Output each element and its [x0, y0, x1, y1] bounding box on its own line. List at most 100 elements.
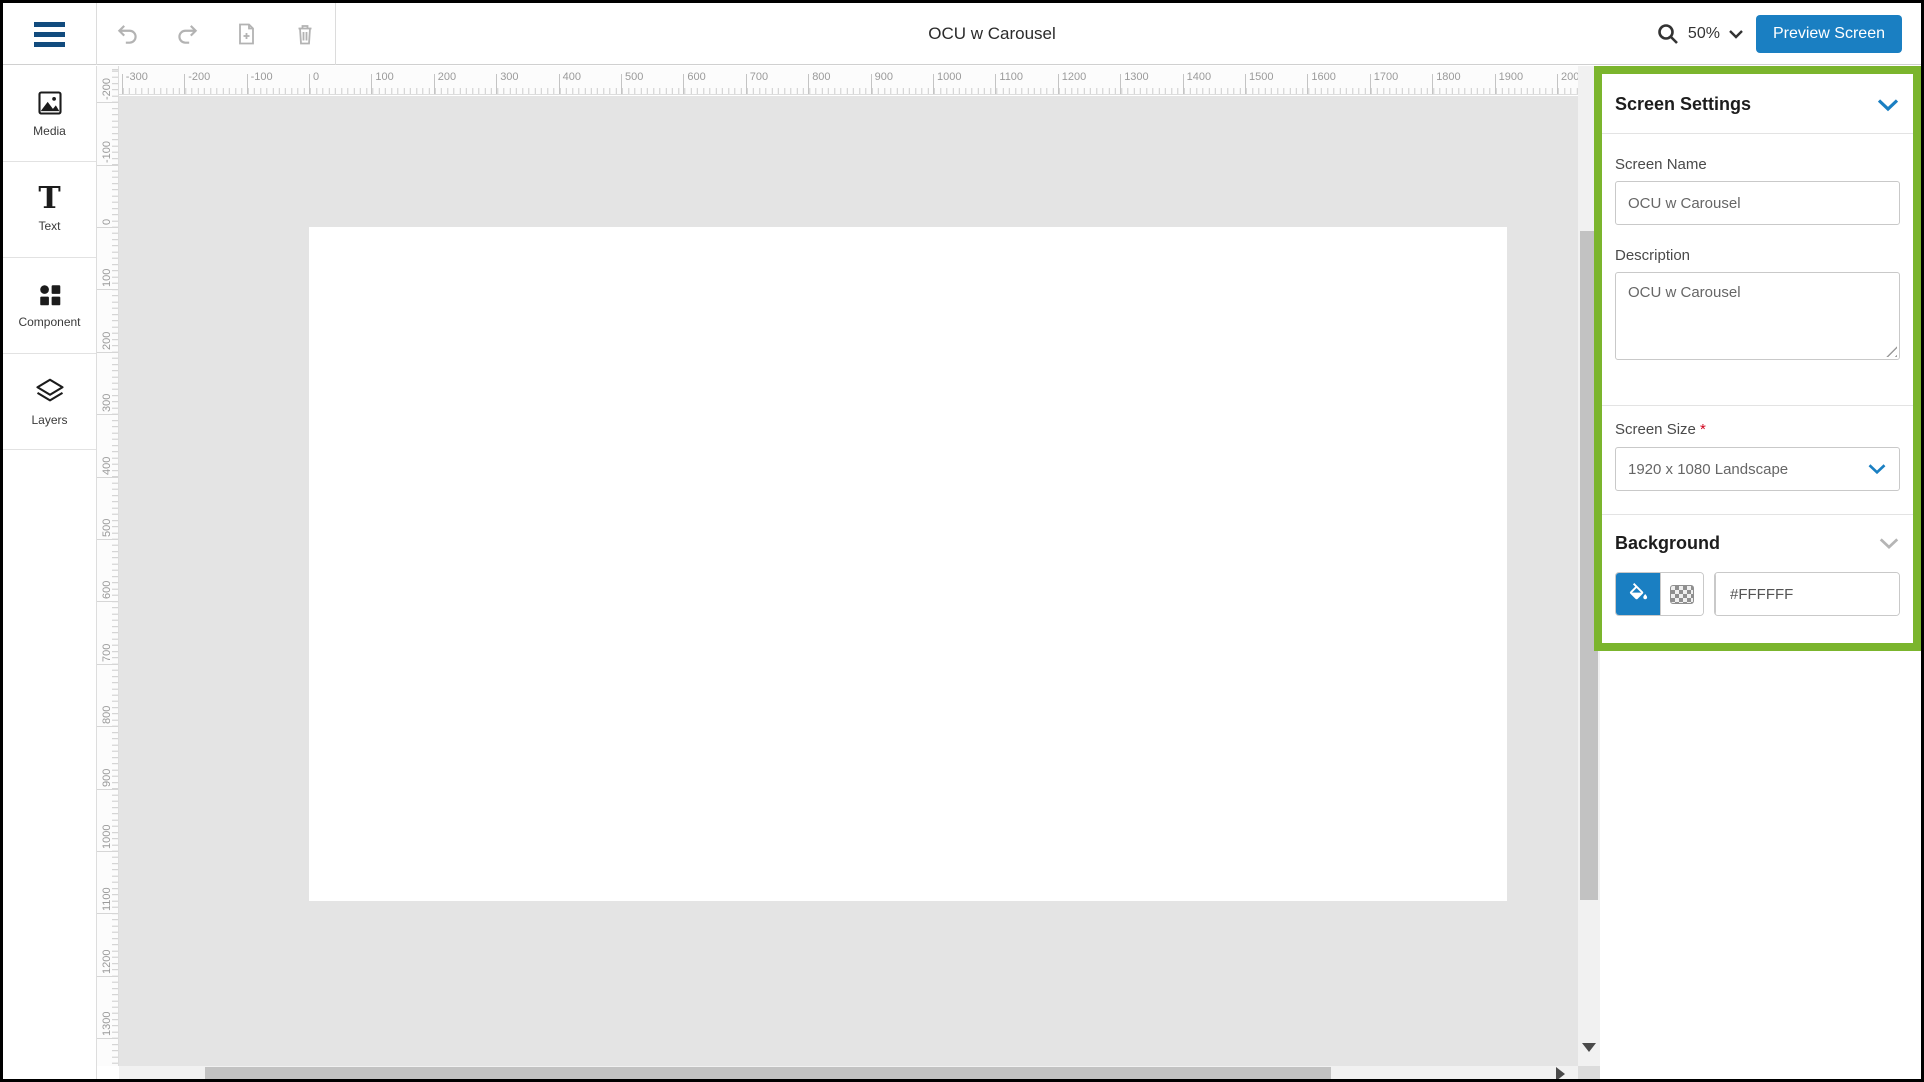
screen-settings-panel: Screen Settings Screen Name Description …	[1594, 66, 1921, 651]
magnifier-icon	[1656, 22, 1680, 46]
collapse-chevron-icon[interactable]	[1876, 98, 1900, 112]
ruler-major-tick	[97, 539, 118, 540]
ruler-major-tick	[1432, 74, 1433, 94]
ruler-major-tick	[247, 74, 248, 94]
ruler-major-tick	[97, 726, 118, 727]
ruler-tick-label: 1700	[1374, 71, 1398, 83]
ruler-major-tick	[1557, 74, 1558, 94]
sidebar-item-text[interactable]: T Text	[3, 162, 96, 258]
screen-size-select[interactable]: 1920 x 1080 Landscape	[1615, 447, 1900, 491]
screen-size-label: Screen Size *	[1615, 421, 1900, 438]
main-menu-button[interactable]	[3, 3, 97, 65]
ruler-tick-label: 200	[101, 310, 113, 350]
ruler-major-tick	[434, 74, 435, 94]
ruler-tick-label: 600	[101, 559, 113, 599]
ruler-tick-label: -200	[101, 66, 113, 100]
ruler-tick-label: 400	[101, 435, 113, 475]
ruler-major-tick	[621, 74, 622, 94]
transparent-fill-button[interactable]	[1660, 573, 1703, 615]
ruler-major-tick	[371, 74, 372, 94]
ruler-tick-label: 1100	[101, 871, 113, 911]
new-file-button[interactable]	[231, 19, 261, 49]
ruler-major-tick	[496, 74, 497, 94]
scroll-down-arrow-icon[interactable]	[1582, 1043, 1596, 1052]
ruler-tick-label: 100	[375, 71, 393, 83]
ruler-tick-label: 900	[101, 747, 113, 787]
text-icon: T	[38, 186, 60, 212]
ruler-major-tick	[933, 74, 934, 94]
ruler-major-tick	[97, 601, 118, 602]
ruler-major-tick	[97, 789, 118, 790]
screen-name-input[interactable]	[1615, 181, 1900, 225]
ruler-major-tick	[871, 74, 872, 94]
edit-actions-group	[98, 3, 336, 65]
sidebar-item-layers[interactable]: Layers	[3, 354, 96, 450]
ruler-major-tick	[683, 74, 684, 94]
ruler-major-tick	[1307, 74, 1308, 94]
ruler-tick-label: 1600	[1311, 71, 1335, 83]
ruler-major-tick	[97, 102, 118, 103]
ruler-major-tick	[1370, 74, 1371, 94]
ruler-major-tick	[1495, 74, 1496, 94]
description-textarea[interactable]: OCU w Carousel	[1616, 273, 1899, 359]
description-label: Description	[1615, 247, 1900, 264]
delete-button[interactable]	[290, 19, 320, 49]
ruler-major-tick	[97, 352, 118, 353]
horizontal-scrollbar[interactable]	[119, 1066, 1578, 1082]
ruler-major-tick	[559, 74, 560, 94]
ruler-tick-label: 700	[750, 71, 768, 83]
background-controls	[1615, 572, 1900, 616]
zoom-dropdown[interactable]: 50%	[1656, 22, 1744, 46]
scroll-right-arrow-icon[interactable]	[1556, 1067, 1565, 1081]
paint-bucket-icon	[1627, 583, 1650, 606]
divider	[1602, 133, 1913, 134]
sidebar-item-media[interactable]: Media	[3, 66, 96, 162]
ruler-tick-label: 500	[625, 71, 643, 83]
ruler-tick-label: 1000	[101, 809, 113, 849]
ruler-tick-label: 600	[687, 71, 705, 83]
background-chevron-icon[interactable]	[1878, 537, 1900, 550]
ruler-tick-label: 1300	[1124, 71, 1148, 83]
sidebar-item-label: Component	[18, 315, 80, 329]
required-asterisk: *	[1700, 421, 1706, 438]
horizontal-ruler: -300-200-1000100200300400500600700800900…	[119, 66, 1578, 95]
ruler-major-tick	[184, 74, 185, 94]
sidebar-item-label: Layers	[31, 413, 67, 427]
ruler-major-tick	[97, 976, 118, 977]
preview-screen-button[interactable]: Preview Screen	[1756, 15, 1902, 53]
ruler-tick-label: 200	[438, 71, 456, 83]
ruler-major-tick	[1183, 74, 1184, 94]
ruler-major-tick	[97, 913, 118, 914]
screen-designer-window: OCU w Carousel 50% Preview Screen	[0, 0, 1924, 1082]
ruler-major-tick	[1120, 74, 1121, 94]
background-color-field	[1714, 572, 1900, 616]
undo-button[interactable]	[113, 19, 143, 49]
sidebar-item-label: Text	[38, 219, 60, 233]
ruler-tick-label: 1500	[1249, 71, 1273, 83]
redo-button[interactable]	[172, 19, 202, 49]
media-image-icon	[36, 89, 64, 117]
ruler-tick-label: 1300	[101, 996, 113, 1036]
scrollbar-corner	[1578, 1066, 1600, 1082]
sidebar-item-component[interactable]: Component	[3, 258, 96, 354]
ruler-tick-label: -100	[101, 123, 113, 163]
ruler-major-tick	[995, 74, 996, 94]
ruler-tick-label: 500	[101, 497, 113, 537]
canvas-workspace[interactable]	[119, 96, 1578, 1066]
ruler-tick-label: 800	[812, 71, 830, 83]
divider	[1602, 514, 1913, 515]
select-chevron-icon	[1867, 463, 1887, 475]
top-toolbar: OCU w Carousel 50% Preview Screen	[3, 3, 1921, 65]
horizontal-scrollbar-thumb[interactable]	[205, 1067, 1331, 1081]
screen-size-value: 1920 x 1080 Landscape	[1628, 461, 1788, 478]
ruler-major-tick	[122, 74, 123, 94]
background-section-header[interactable]: Background	[1615, 533, 1900, 554]
solid-fill-button[interactable]	[1616, 573, 1660, 615]
vertical-ruler: -200-10001002003004005006007008009001000…	[97, 66, 119, 1066]
screen-artboard[interactable]	[309, 227, 1507, 901]
ruler-tick-label: 0	[101, 185, 113, 225]
ruler-tick-label: 1900	[1499, 71, 1523, 83]
ruler-tick-label: 0	[313, 71, 319, 83]
color-hex-input[interactable]	[1716, 573, 1900, 615]
screen-settings-header[interactable]: Screen Settings	[1602, 74, 1913, 133]
